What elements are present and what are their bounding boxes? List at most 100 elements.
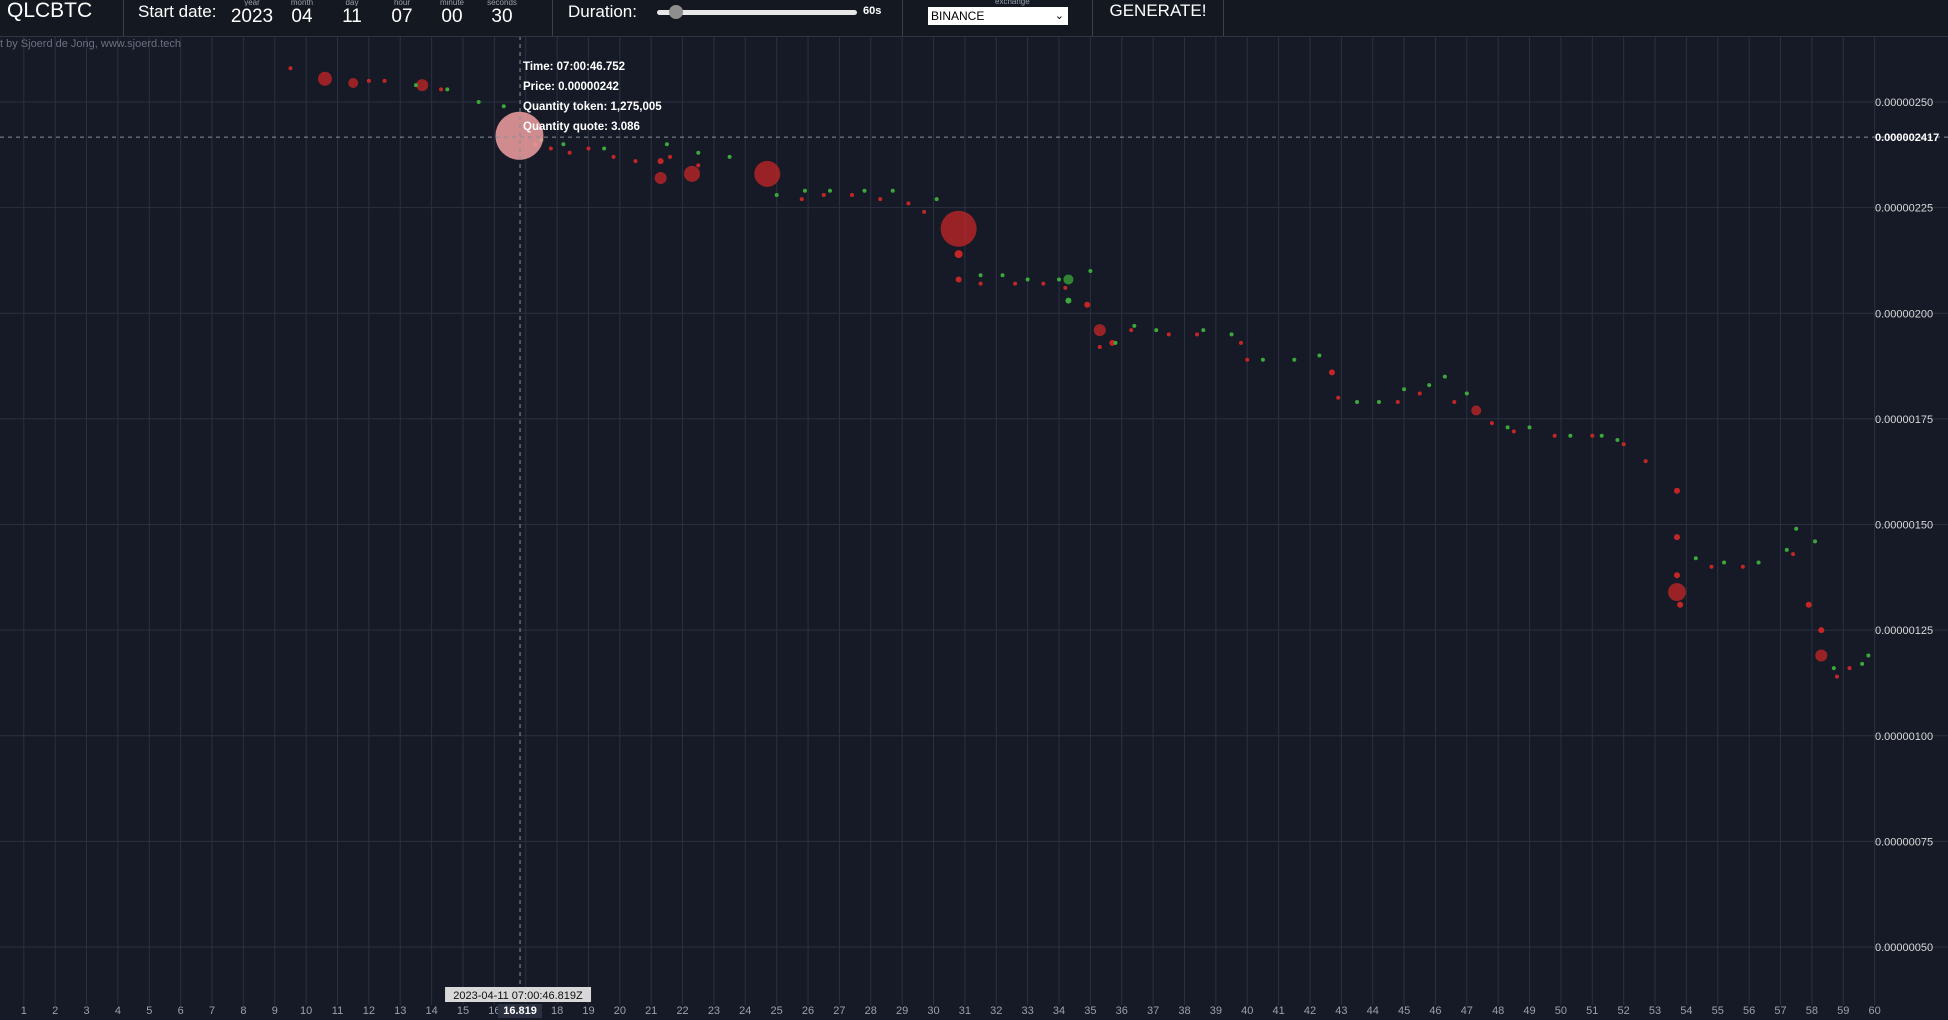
x-tick-label: 50 [1555,1005,1567,1017]
x-tick-label: 43 [1335,1005,1347,1017]
x-tick-label: 47 [1461,1005,1473,1017]
crosshair-price-label: 0.000002417 [1875,132,1939,144]
x-tick-label: 34 [1053,1005,1065,1017]
x-tick-label: 26 [802,1005,814,1017]
trade-point [1238,340,1243,345]
generate-button[interactable]: GENERATE! [1093,0,1224,36]
x-tick-label: 45 [1398,1005,1410,1017]
trade-point [1113,340,1118,345]
trade-point [501,104,506,109]
trade-tooltip: Time: 07:00:46.752 Price: 0.00000242 Qua… [523,57,662,137]
trade-point [476,100,481,104]
trade-point [1063,274,1074,285]
x-tick-label: 59 [1837,1005,1849,1017]
x-tick-label: 5 [146,1005,152,1017]
trade-point [1245,357,1250,362]
x-tick-label: 55 [1712,1005,1724,1017]
trade-point [1132,323,1137,328]
exchange-select[interactable]: BINANCE ⌄ [928,7,1068,25]
exchange-label: exchange [995,0,1030,6]
x-tick-label: 54 [1680,1005,1692,1017]
x-tick-label: 51 [1586,1005,1598,1017]
x-tick-label: 31 [959,1005,971,1017]
trade-point [1154,328,1159,333]
x-tick-label: 8 [240,1005,246,1017]
trade-point [862,188,867,193]
seconds-field[interactable]: seconds 30 [477,0,527,27]
trade-chart[interactable]: 0.00000250 0.00000225 0.00000200 0.00000175… [0,0,1948,1020]
x-tick-label: 22 [676,1005,688,1017]
exchange-group: exchange BINANCE ⌄ [903,0,1093,36]
x-tick-label: 29 [896,1005,908,1017]
trade-point [696,150,701,155]
trade-point [849,192,854,197]
minute-field[interactable]: minute 00 [427,0,477,27]
trade-point [1489,421,1494,426]
trade-point [1041,281,1046,286]
trade-point [978,273,983,278]
x-tick-label: 20 [614,1005,626,1017]
trade-point [1847,666,1852,671]
slider-thumb[interactable] [668,5,683,19]
duration-slider[interactable] [657,5,857,19]
x-tick-label: 21 [645,1005,657,1017]
trade-point [934,197,939,202]
trade-point [654,172,667,185]
trade-point [445,87,450,92]
month-field[interactable]: month 04 [277,0,327,27]
y-tick-label: 0.00000150 [1875,520,1933,532]
exchange-value: BINANCE [931,9,985,23]
tooltip-price: Price: 0.00000242 [523,81,619,93]
duration-group: Duration: 60s [553,0,903,36]
x-tick-label: 15 [457,1005,469,1017]
slider-track[interactable] [657,10,857,15]
trade-point [1552,433,1557,438]
x-tick-label: 44 [1367,1005,1379,1017]
crosshair-x-label: 16.819 [503,1005,537,1017]
hour-field[interactable]: hour 07 [377,0,427,27]
y-tick-label: 0.00000175 [1875,414,1933,426]
start-date-label: Start date: [138,2,217,21]
trade-point [1784,547,1789,552]
trade-point [1328,369,1335,376]
day-field[interactable]: day 11 [327,0,377,27]
trade-point [1621,442,1626,447]
trade-point [567,150,572,155]
x-tick-label: 52 [1618,1005,1630,1017]
trade-point [1013,281,1018,286]
year-field[interactable]: year 2023 [227,0,277,27]
trade-point [922,209,927,214]
credit-text: t by Sjoerd de Jong, www.sjoerd.tech [0,38,181,50]
x-tick-label: 9 [272,1005,278,1017]
crosshair-time-label: 2023-04-11 07:00:46.819Z [453,990,583,1002]
x-tick-label: 19 [582,1005,594,1017]
x-tick-label: 30 [927,1005,939,1017]
trade-point [439,87,444,92]
trade-point [1065,297,1072,304]
trade-point [1084,301,1091,308]
duration-value: 60s [863,5,882,17]
x-tick-label: 60 [1869,1005,1881,1017]
x-tick-label: 18 [551,1005,563,1017]
x-tick-label: 53 [1649,1005,1661,1017]
trade-point [1317,353,1322,358]
y-tick-label: 0.00000100 [1875,731,1933,743]
x-tick-label: 42 [1304,1005,1316,1017]
trade-point [1505,425,1510,430]
trade-point [878,197,883,202]
trade-point [1395,399,1400,404]
trade-point [1417,391,1422,396]
trade-point [317,71,332,86]
trade-point [1693,556,1698,561]
duration-label: Duration: [568,2,637,21]
trade-point [548,146,553,151]
symbol-title: QLCBTC [0,0,124,36]
trade-point [1673,487,1680,494]
trade-point [1805,601,1812,608]
trade-point [1471,405,1482,416]
trade-point [1063,285,1068,290]
x-tick-label: 6 [178,1005,184,1017]
trade-point [1097,345,1102,350]
trade-point [727,154,732,159]
x-tick-label: 32 [990,1005,1002,1017]
